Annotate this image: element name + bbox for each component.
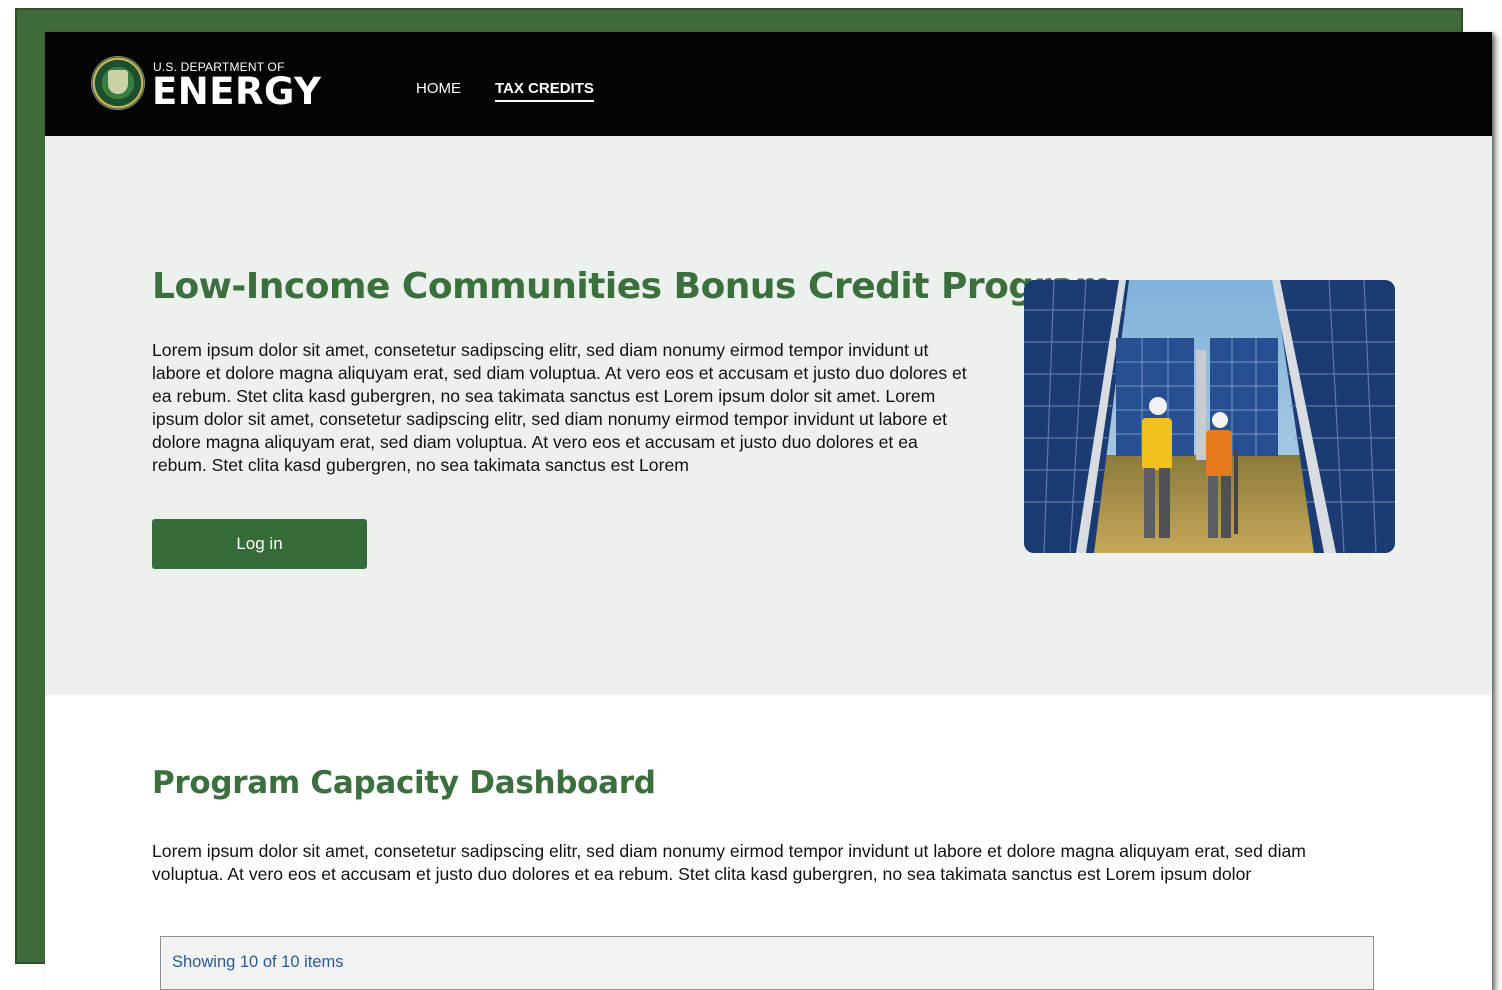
login-button[interactable]: Log in bbox=[152, 519, 367, 569]
seal-shield bbox=[108, 70, 128, 94]
dashboard-description: Lorem ipsum dolor sit amet, consetetur s… bbox=[152, 841, 1306, 884]
page-edge bbox=[1492, 32, 1496, 990]
hero-title: Low-Income Communities Bonus Credit Prog… bbox=[152, 266, 1112, 307]
nav-home-link[interactable]: HOME bbox=[416, 80, 461, 97]
site-header: U.S. DEPARTMENT OF ENERGY HOME TAX CREDI… bbox=[45, 32, 1492, 136]
doe-seal-icon[interactable] bbox=[91, 56, 145, 110]
hero-description: Lorem ipsum dolor sit amet, consetetur s… bbox=[152, 340, 967, 475]
items-status-bar: Showing 10 of 10 items bbox=[160, 936, 1374, 990]
brand-energy-wordmark[interactable]: ENERGY bbox=[152, 70, 321, 113]
solar-panels-photo bbox=[1024, 280, 1395, 553]
dashboard-title: Program Capacity Dashboard bbox=[152, 765, 656, 801]
solar-workers-image bbox=[1024, 280, 1395, 553]
hero-section: Low-Income Communities Bonus Credit Prog… bbox=[45, 136, 1492, 695]
items-count-text: Showing 10 of 10 items bbox=[172, 953, 344, 971]
browser-page: U.S. DEPARTMENT OF ENERGY HOME TAX CREDI… bbox=[45, 32, 1492, 990]
nav-tax-credits-link[interactable]: TAX CREDITS bbox=[495, 80, 594, 102]
